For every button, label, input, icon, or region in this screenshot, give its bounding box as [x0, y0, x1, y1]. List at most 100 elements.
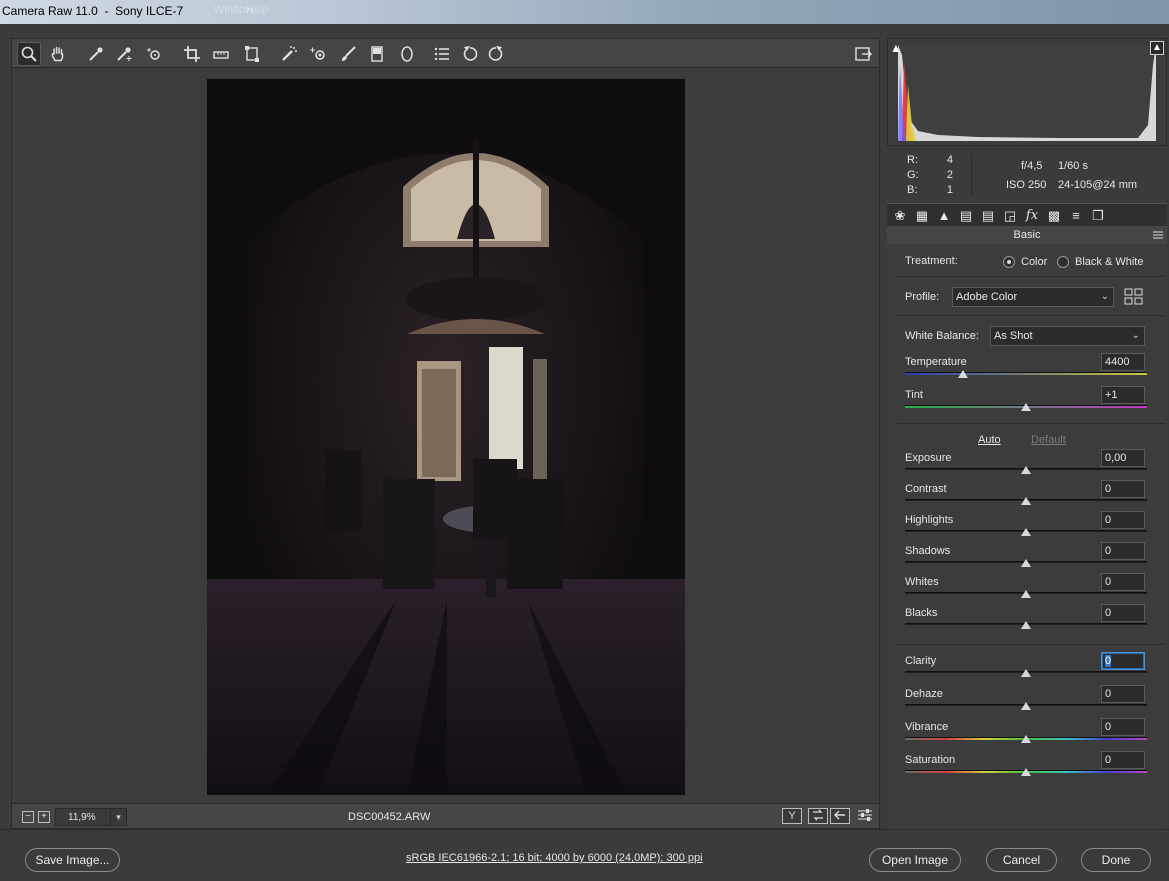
preferences-tool[interactable] — [430, 42, 454, 66]
vibrance-slider-thumb[interactable] — [1021, 735, 1031, 743]
straighten-tool[interactable] — [209, 42, 233, 66]
auto-link[interactable]: Auto — [978, 434, 1001, 446]
exposure-slider-thumb[interactable] — [1021, 466, 1031, 474]
photo-preview[interactable] — [207, 79, 685, 795]
temperature-slider-thumb[interactable] — [958, 370, 969, 378]
profile-select[interactable]: Adobe Color ⌄ — [952, 287, 1114, 307]
highlight-clipping-warning[interactable]: ▲ — [1150, 41, 1164, 55]
profile-browser-button[interactable] — [1123, 287, 1145, 307]
dehaze-value-field[interactable]: 0 — [1101, 685, 1145, 703]
tint-value-field[interactable]: +1 — [1101, 386, 1145, 404]
copy-settings-button[interactable] — [830, 808, 850, 824]
b-label: B: — [907, 184, 918, 196]
tab-lens-corrections[interactable]: ◲ — [1001, 207, 1019, 225]
file-name: DSC00452.ARW — [348, 811, 431, 823]
vibrance-value-field[interactable]: 0 — [1101, 718, 1145, 736]
chevron-down-icon: ⌄ — [1131, 330, 1140, 341]
workflow-options-link[interactable]: sRGB IEC61966-2.1; 16 bit; 4000 by 6000 … — [406, 852, 703, 864]
clarity-value-field[interactable]: 0 — [1101, 652, 1145, 670]
shadows-slider-thumb[interactable] — [1021, 559, 1031, 567]
default-link[interactable]: Default — [1031, 434, 1066, 446]
tab-effects[interactable]: fx — [1023, 207, 1041, 225]
transform-icon — [245, 46, 259, 62]
before-after-view-button[interactable]: Y — [782, 808, 802, 824]
graduated-filter-tool[interactable] — [365, 42, 389, 66]
zoom-in-button[interactable]: + — [38, 811, 50, 823]
hand-icon — [51, 46, 64, 62]
blacks-value: 0 — [1105, 607, 1112, 619]
b-value: 1 — [946, 184, 953, 196]
temperature-value-field[interactable]: 4400 — [1101, 353, 1145, 371]
tab-detail[interactable]: ▲ — [935, 207, 953, 225]
dehaze-slider-thumb[interactable] — [1021, 702, 1031, 710]
blacks-slider-thumb[interactable] — [1021, 621, 1031, 629]
magnifier-icon — [21, 46, 37, 62]
treatment-bw-radio[interactable] — [1057, 256, 1069, 268]
crop-icon — [184, 46, 200, 62]
white-balance-select[interactable]: As Shot ⌄ — [990, 326, 1145, 346]
camera-raw-window: − + 11,9% ▾ DSC00452.ARW Y ▲ ▲ R: 4 G: 2… — [0, 24, 1169, 881]
divider — [897, 276, 1165, 277]
tab-calibration[interactable]: ▩ — [1045, 207, 1063, 225]
tab-basic[interactable]: ❀ — [891, 207, 909, 225]
presets-icon: ≡ — [1072, 208, 1080, 223]
save-image-button[interactable]: Save Image... — [25, 848, 120, 872]
aperture-icon: ❀ — [894, 208, 906, 223]
treatment-bw-label[interactable]: Black & White — [1075, 256, 1143, 268]
panel-menu-icon[interactable] — [1153, 230, 1163, 240]
red-eye-icon — [310, 47, 325, 60]
hand-tool[interactable] — [46, 42, 70, 66]
image-info-readout: R: 4 G: 2 B: 1 f/4,5 1/60 s ISO 250 24-1… — [887, 148, 1167, 202]
swap-settings-button[interactable] — [808, 808, 828, 824]
shadow-clipping-warning[interactable]: ▲ — [890, 41, 904, 55]
level-icon — [213, 51, 229, 59]
zoom-out-button[interactable]: − — [22, 811, 34, 823]
blacks-value-field[interactable]: 0 — [1101, 604, 1145, 622]
tint-slider-thumb[interactable] — [1021, 403, 1031, 411]
rotate-ccw-icon — [463, 46, 478, 61]
tab-presets[interactable]: ≡ — [1067, 207, 1085, 225]
contrast-value-field[interactable]: 0 — [1101, 480, 1145, 498]
done-button[interactable]: Done — [1081, 848, 1151, 872]
red-eye-tool[interactable] — [306, 42, 330, 66]
targeted-adjustment-tool[interactable] — [142, 42, 166, 66]
target-adjust-icon — [147, 48, 160, 60]
tab-tone-curve[interactable]: ▦ — [913, 207, 931, 225]
saturation-value-field[interactable]: 0 — [1101, 751, 1145, 769]
radial-filter-tool[interactable] — [395, 42, 419, 66]
exposure-value-field[interactable]: 0,00 — [1101, 449, 1145, 467]
tab-snapshots[interactable]: ❐ — [1089, 207, 1107, 225]
tab-hsl[interactable]: ▤ — [957, 207, 975, 225]
tab-split-toning[interactable]: ▤ — [979, 207, 997, 225]
image-preview-area[interactable] — [11, 69, 880, 803]
basic-panel: Basic Treatment: Color Black & White Pro… — [887, 226, 1167, 829]
adjustment-brush-tool[interactable] — [336, 42, 360, 66]
lens-icon: ◲ — [1003, 208, 1017, 223]
cancel-button[interactable]: Cancel — [986, 848, 1057, 872]
crop-tool[interactable] — [180, 42, 204, 66]
treatment-color-radio[interactable] — [1003, 256, 1015, 268]
rotate-left-tool[interactable] — [458, 42, 482, 66]
shadows-value-field[interactable]: 0 — [1101, 542, 1145, 560]
contrast-slider-thumb[interactable] — [1021, 497, 1031, 505]
treatment-color-label[interactable]: Color — [1021, 256, 1047, 268]
whites-slider-thumb[interactable] — [1021, 590, 1031, 598]
spot-removal-tool[interactable] — [277, 42, 301, 66]
whites-value-field[interactable]: 0 — [1101, 573, 1145, 591]
preview-settings-button[interactable] — [855, 808, 875, 824]
rotate-right-tool[interactable] — [484, 42, 508, 66]
temperature-slider-track[interactable] — [905, 372, 1147, 375]
open-image-button[interactable]: Open Image — [869, 848, 961, 872]
highlights-value-field[interactable]: 0 — [1101, 511, 1145, 529]
zoom-level-select[interactable]: 11,9% ▾ — [55, 808, 127, 826]
zoom-level-value: 11,9% — [68, 812, 96, 823]
zoom-tool[interactable] — [17, 42, 41, 66]
white-balance-tool[interactable] — [84, 42, 108, 66]
fullscreen-toggle[interactable] — [851, 42, 875, 66]
list-icon — [434, 47, 449, 61]
clarity-slider-thumb[interactable] — [1021, 669, 1031, 677]
saturation-slider-thumb[interactable] — [1021, 768, 1031, 776]
transform-tool[interactable] — [240, 42, 264, 66]
color-sampler-tool[interactable] — [112, 42, 136, 66]
highlights-slider-thumb[interactable] — [1021, 528, 1031, 536]
